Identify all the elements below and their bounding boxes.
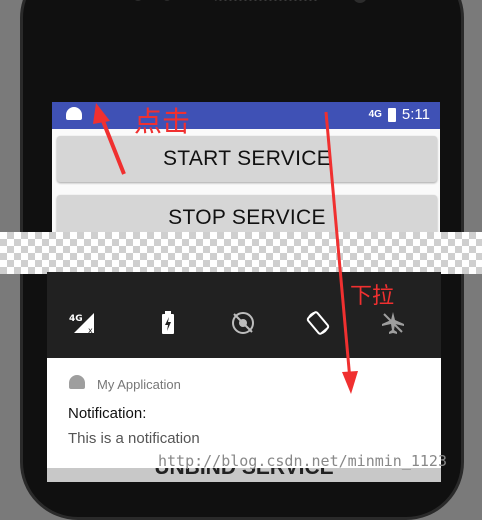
click-arrowhead: [93, 103, 110, 124]
pull-down-annotation: 下拉: [350, 284, 395, 309]
pulldown-arrow: [324, 111, 352, 381]
click-annotation: 点击: [134, 105, 191, 138]
annotation-arrows: [93, 103, 358, 394]
pulldown-arrowhead: [342, 371, 358, 394]
click-arrow: [99, 115, 126, 175]
